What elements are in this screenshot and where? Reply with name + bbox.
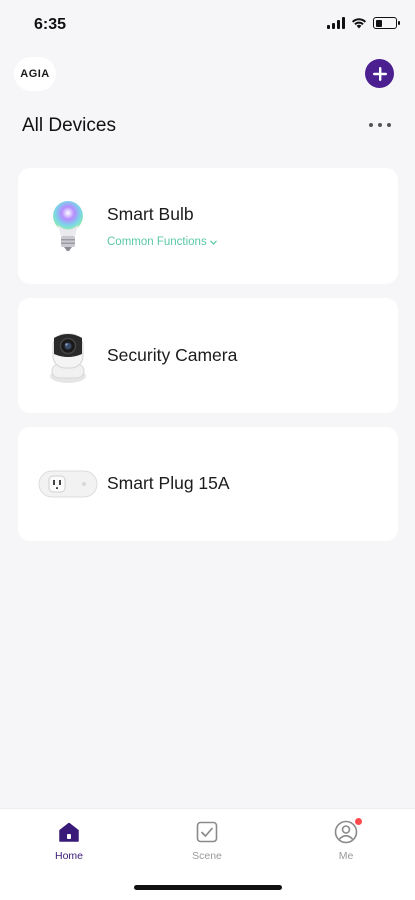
tab-label: Home [54, 850, 83, 862]
device-card-smart-bulb[interactable]: Smart Bulb Common Functions [18, 168, 398, 284]
smart-bulb-icon [38, 196, 98, 256]
tab-label: Me [338, 850, 354, 862]
scene-checkbox-icon [194, 819, 220, 845]
page-title: All Devices [22, 115, 116, 136]
device-name: Security Camera [107, 345, 238, 365]
tab-home[interactable]: Home [29, 819, 109, 862]
chevron-down-icon [209, 239, 217, 245]
device-name: Smart Bulb [107, 204, 194, 224]
wifi-icon [352, 18, 366, 29]
device-name: Smart Plug 15A [107, 473, 230, 493]
device-card-smart-plug[interactable]: Smart Plug 15A [18, 427, 398, 541]
common-functions-link[interactable]: Common Functions [107, 236, 217, 248]
status-icons [327, 17, 400, 29]
logo-text: AGIA [20, 68, 50, 80]
more-dots-icon [369, 123, 373, 127]
tab-label: Scene [192, 850, 222, 862]
plus-icon [372, 66, 387, 81]
device-card-security-camera[interactable]: Security Camera [18, 298, 398, 413]
brand-logo: AGIA [14, 57, 56, 91]
home-icon [56, 819, 82, 845]
tab-scene[interactable]: Scene [167, 819, 247, 862]
add-device-button[interactable] [365, 59, 394, 88]
notification-badge [355, 818, 362, 825]
cellular-signal-icon [327, 17, 345, 29]
profile-icon [333, 818, 362, 845]
common-functions-label: Common Functions [107, 236, 207, 248]
status-bar: 6:35 [0, 0, 415, 50]
battery-icon [373, 17, 400, 29]
more-options-button[interactable] [369, 115, 391, 135]
tab-me[interactable]: Me [306, 818, 386, 862]
status-time: 6:35 [34, 16, 67, 33]
smart-plug-icon [38, 454, 98, 514]
security-camera-icon [38, 326, 98, 386]
home-indicator [134, 885, 282, 890]
